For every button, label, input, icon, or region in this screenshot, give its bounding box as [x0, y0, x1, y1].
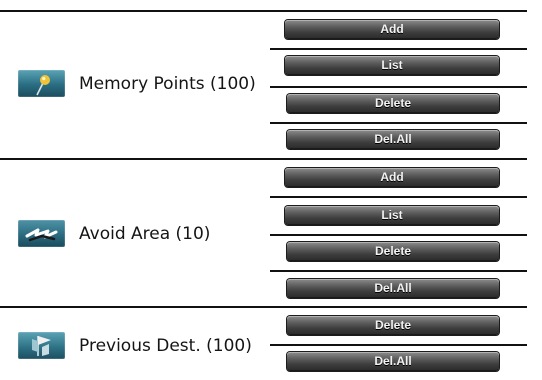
memory-points-label-group: Memory Points (100) [18, 70, 256, 97]
flag-icon [18, 332, 65, 359]
divider-aa-3 [270, 270, 527, 272]
avoid-area-delete-button[interactable]: Delete [287, 242, 499, 261]
divider-aa-2 [270, 234, 527, 236]
avoid-area-del-all-button[interactable]: Del.All [287, 279, 499, 298]
divider-mp-2 [270, 86, 527, 88]
avoid-area-list-button[interactable]: List [285, 206, 499, 225]
memory-points-list-button[interactable]: List [285, 56, 499, 75]
memory-points-add-button[interactable]: Add [285, 20, 499, 39]
divider-aa-1 [270, 196, 527, 198]
divider-top [0, 10, 527, 12]
previous-dest-label: Previous Dest. (100) [79, 335, 252, 356]
divider-section-2 [0, 306, 527, 308]
previous-dest-delete-button[interactable]: Delete [287, 316, 499, 335]
previous-dest-label-group: Previous Dest. (100) [18, 332, 252, 359]
memory-points-delete-button[interactable]: Delete [287, 94, 499, 113]
avoid-area-label: Avoid Area (10) [79, 223, 211, 244]
divider-mp-3 [270, 122, 527, 124]
pushpin-icon [18, 70, 65, 97]
divider-pd-1 [270, 344, 527, 346]
memory-points-del-all-button[interactable]: Del.All [287, 130, 499, 149]
avoid-area-label-group: Avoid Area (10) [18, 220, 210, 247]
divider-section-1 [0, 158, 527, 160]
avoid-route-icon [18, 220, 65, 247]
divider-mp-1 [270, 48, 527, 50]
avoid-area-add-button[interactable]: Add [285, 168, 499, 187]
memory-points-label: Memory Points (100) [79, 73, 256, 94]
previous-dest-del-all-button[interactable]: Del.All [287, 352, 499, 371]
